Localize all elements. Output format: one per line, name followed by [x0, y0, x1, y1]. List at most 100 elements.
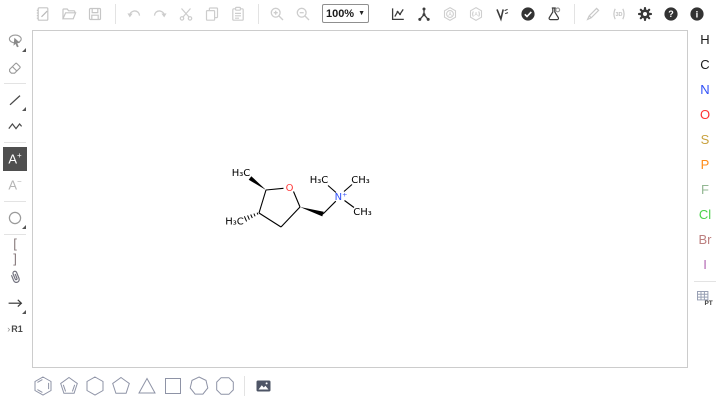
molecule-structure[interactable]: H₃C O H₃C H₃C CH₃ N⁺ CH₃ — [216, 151, 416, 261]
cut-button[interactable] — [174, 2, 198, 25]
copy-button[interactable] — [200, 2, 224, 25]
template-library-button[interactable] — [251, 374, 276, 398]
cyclooctane-icon — [214, 375, 236, 397]
zoom-in-button[interactable] — [265, 2, 289, 25]
atom-label: H₃C — [310, 175, 329, 186]
divider — [4, 83, 26, 84]
element-button-s[interactable]: S — [693, 128, 717, 151]
top-toolbar: 100% ▼ A A 3D ? i — [0, 0, 720, 27]
dearomatize-icon: A — [468, 6, 484, 22]
zoom-out-button[interactable] — [291, 2, 315, 25]
cyclopentane-icon — [110, 375, 132, 397]
hash-bond — [244, 213, 258, 222]
layout-button[interactable] — [386, 2, 410, 25]
atom-label: H₃C — [225, 217, 244, 228]
aromatize-button[interactable]: A — [438, 2, 462, 25]
check-structure-button[interactable] — [516, 2, 540, 25]
lasso-select-button[interactable] — [3, 29, 27, 53]
single-bond-icon — [7, 92, 23, 108]
help-icon: ? — [663, 6, 679, 22]
charge-plus-button[interactable]: A+ — [3, 147, 27, 171]
recognize-pen-icon — [585, 6, 601, 22]
molecule-bonds — [259, 185, 354, 228]
paste-button[interactable] — [226, 2, 250, 25]
attachment-point-button[interactable] — [3, 265, 27, 289]
zoom-in-icon — [269, 6, 285, 22]
element-button-n[interactable]: N — [693, 78, 717, 101]
new-document-button[interactable] — [31, 2, 55, 25]
help-button[interactable]: ? — [659, 2, 683, 25]
cut-icon — [178, 6, 194, 22]
atom-label: O — [286, 183, 294, 194]
template-cycloheptane-button[interactable] — [186, 374, 211, 398]
clean-up-icon — [416, 6, 432, 22]
rgroup-button[interactable]: ›R1 — [3, 317, 27, 341]
3d-viewer-button[interactable]: 3D — [607, 2, 631, 25]
template-benzene-button[interactable] — [30, 374, 55, 398]
calculated-values-button[interactable] — [542, 2, 566, 25]
cyclohexane-icon — [84, 375, 106, 397]
flyout-indicator — [22, 225, 26, 229]
flyout-indicator — [22, 107, 26, 111]
redo-button[interactable] — [148, 2, 172, 25]
svg-text:i: i — [696, 9, 699, 20]
open-folder-icon — [61, 6, 77, 22]
element-button-cl[interactable]: Cl — [693, 203, 717, 226]
ring-template-icon — [7, 210, 23, 226]
template-cyclopentane-button[interactable] — [108, 374, 133, 398]
template-cyclopentadiene-button[interactable] — [56, 374, 81, 398]
single-bond-button[interactable] — [3, 88, 27, 112]
atom-label: N⁺ — [335, 192, 348, 203]
lasso-select-icon — [7, 33, 24, 50]
element-button-f[interactable]: F — [693, 178, 717, 201]
element-button-c[interactable]: C — [693, 53, 717, 76]
open-button[interactable] — [57, 2, 81, 25]
zoom-level-dropdown[interactable]: 100% ▼ — [322, 4, 369, 23]
settings-button[interactable] — [633, 2, 657, 25]
element-button-h[interactable]: H — [693, 28, 717, 51]
eraser-button[interactable] — [3, 55, 27, 79]
3d-viewer-icon: 3D — [611, 6, 627, 22]
dearomatize-button[interactable]: A — [464, 2, 488, 25]
about-button[interactable]: i — [685, 2, 709, 25]
paperclip-icon — [7, 269, 23, 285]
template-library-icon — [255, 378, 273, 394]
svg-text:?: ? — [668, 9, 674, 19]
stereochemistry-button[interactable] — [490, 2, 514, 25]
save-icon — [87, 6, 103, 22]
element-button-o[interactable]: O — [693, 103, 717, 126]
undo-button[interactable] — [122, 2, 146, 25]
ring-template-button[interactable] — [3, 206, 27, 230]
divider — [4, 142, 26, 143]
element-button-p[interactable]: P — [693, 153, 717, 176]
drawing-canvas[interactable]: H₃C O H₃C H₃C CH₃ N⁺ CH₃ — [32, 30, 688, 368]
copy-icon — [204, 6, 220, 22]
rgroup-icon: ›R1 — [7, 324, 23, 334]
element-button-br[interactable]: Br — [693, 228, 717, 251]
aromatize-icon: A — [442, 6, 458, 22]
recognize-molecule-button[interactable] — [581, 2, 605, 25]
template-cyclooctane-button[interactable] — [212, 374, 237, 398]
flask-icon — [546, 6, 562, 22]
brackets-button[interactable]: [ ] — [3, 239, 27, 263]
brackets-icon: [ ] — [3, 236, 27, 266]
reaction-arrow-icon — [7, 295, 23, 311]
clean-up-button[interactable] — [412, 2, 436, 25]
template-cyclohexane-button[interactable] — [82, 374, 107, 398]
template-toolbar — [30, 373, 277, 399]
left-toolbar: A+ A− [ ] ›R1 — [1, 28, 29, 342]
save-button[interactable] — [83, 2, 107, 25]
periodic-table-button[interactable]: PT — [693, 286, 717, 310]
element-button-i[interactable]: I — [693, 253, 717, 276]
redo-icon — [152, 6, 168, 22]
template-cyclopropane-button[interactable] — [134, 374, 159, 398]
benzene-icon — [32, 375, 54, 397]
chain-button[interactable] — [3, 114, 27, 138]
atom-label: CH₃ — [351, 175, 370, 186]
charge-minus-button[interactable]: A− — [3, 173, 27, 197]
check-structure-icon — [520, 6, 536, 22]
template-cyclobutane-button[interactable] — [160, 374, 185, 398]
reaction-arrow-button[interactable] — [3, 291, 27, 315]
stereochemistry-icon — [494, 6, 510, 22]
svg-text:3D: 3D — [615, 12, 622, 18]
